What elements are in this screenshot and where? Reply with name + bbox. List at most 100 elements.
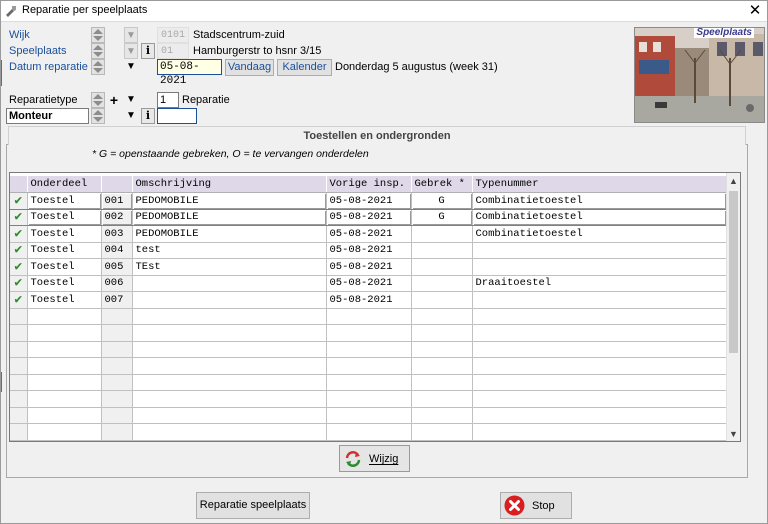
- empty-cell[interactable]: [472, 324, 727, 342]
- speelplaats-info-icon[interactable]: i: [141, 43, 155, 59]
- empty-cell[interactable]: [411, 324, 473, 342]
- speelplaats-spin-icon[interactable]: [91, 43, 105, 59]
- cell-vorige-insp[interactable]: 05-08-2021: [326, 225, 412, 243]
- empty-cell[interactable]: [132, 308, 327, 325]
- datum-field[interactable]: 05-08-2021: [157, 59, 222, 87]
- cell-onderdeel[interactable]: Toestel: [27, 258, 102, 276]
- col-header-gebrek[interactable]: Gebrek *: [411, 176, 473, 193]
- row-check-cell[interactable]: ✔: [10, 192, 28, 210]
- table-row[interactable]: ✔ Toestel 005 TEst 05-08-2021: [10, 258, 727, 276]
- grid-scrollbar[interactable]: ▲ ▼: [726, 173, 740, 441]
- wijk-spin-icon[interactable]: [91, 27, 105, 43]
- empty-cell[interactable]: [10, 341, 28, 358]
- empty-cell[interactable]: [10, 423, 28, 441]
- cell-nummer[interactable]: 003: [101, 225, 133, 243]
- empty-cell[interactable]: [101, 324, 133, 342]
- reparatietype-code[interactable]: 1: [157, 92, 179, 108]
- datum-label[interactable]: Datum reparatie: [9, 61, 88, 73]
- datum-dropdown-icon[interactable]: ▼: [124, 59, 138, 75]
- cell-gebrek[interactable]: [411, 242, 473, 259]
- cell-typenummer[interactable]: [472, 258, 727, 276]
- col-header-vorige-insp[interactable]: Vorige insp.: [326, 176, 412, 193]
- cell-typenummer[interactable]: [472, 242, 727, 259]
- reparatie-speelplaats-button[interactable]: Reparatie speelplaats: [196, 492, 310, 519]
- table-row-empty[interactable]: [10, 357, 727, 375]
- empty-cell[interactable]: [132, 390, 327, 408]
- cell-gebrek[interactable]: [411, 225, 473, 243]
- cell-onderdeel[interactable]: Toestel: [27, 291, 102, 309]
- empty-cell[interactable]: [132, 324, 327, 342]
- cell-nummer[interactable]: 007: [101, 291, 133, 309]
- empty-cell[interactable]: [10, 308, 28, 325]
- empty-cell[interactable]: [101, 374, 133, 391]
- kalender-button[interactable]: Kalender: [277, 59, 332, 76]
- scroll-down-icon[interactable]: ▼: [729, 429, 738, 439]
- empty-cell[interactable]: [27, 357, 102, 375]
- table-row-empty[interactable]: [10, 407, 727, 424]
- empty-cell[interactable]: [326, 324, 412, 342]
- cell-typenummer[interactable]: Combinatietoestel: [472, 208, 727, 226]
- table-row-empty[interactable]: [10, 308, 727, 325]
- empty-cell[interactable]: [411, 374, 473, 391]
- empty-cell[interactable]: [27, 423, 102, 441]
- empty-cell[interactable]: [27, 374, 102, 391]
- empty-cell[interactable]: [27, 390, 102, 408]
- empty-cell[interactable]: [326, 341, 412, 358]
- empty-cell[interactable]: [10, 357, 28, 375]
- empty-cell[interactable]: [27, 324, 102, 342]
- empty-cell[interactable]: [472, 407, 727, 424]
- table-row[interactable]: ✔ Toestel 003 PEDOMOBILE 05-08-2021 Combinati…: [10, 225, 727, 243]
- cell-omschrijving[interactable]: TEst: [132, 258, 327, 276]
- empty-cell[interactable]: [10, 390, 28, 408]
- empty-cell[interactable]: [10, 407, 28, 424]
- table-row-empty[interactable]: [10, 390, 727, 408]
- monteur-info-icon[interactable]: i: [141, 108, 155, 124]
- cell-nummer[interactable]: 006: [101, 275, 133, 292]
- cell-nummer[interactable]: 004: [101, 242, 133, 259]
- cell-vorige-insp[interactable]: 05-08-2021: [326, 275, 412, 292]
- cell-omschrijving[interactable]: PEDOMOBILE: [132, 208, 327, 226]
- empty-cell[interactable]: [472, 423, 727, 441]
- cell-omschrijving[interactable]: [132, 275, 327, 292]
- table-row[interactable]: ✔ Toestel 006 05-08-2021 Draaitoestel: [10, 275, 727, 292]
- cell-gebrek[interactable]: G: [411, 208, 473, 226]
- reparatietype-dropdown-icon[interactable]: ▼: [124, 92, 138, 108]
- row-check-cell[interactable]: ✔: [10, 275, 28, 292]
- scroll-thumb[interactable]: [729, 191, 738, 353]
- empty-cell[interactable]: [101, 357, 133, 375]
- cell-nummer[interactable]: 005: [101, 258, 133, 276]
- col-header-omschrijving[interactable]: Omschrijving: [132, 176, 327, 193]
- empty-cell[interactable]: [27, 407, 102, 424]
- empty-cell[interactable]: [27, 341, 102, 358]
- empty-cell[interactable]: [411, 341, 473, 358]
- col-header-onderdeel[interactable]: Onderdeel: [27, 176, 102, 193]
- wijk-label[interactable]: Wijk: [9, 29, 30, 41]
- empty-cell[interactable]: [101, 341, 133, 358]
- cell-gebrek[interactable]: [411, 258, 473, 276]
- cell-omschrijving[interactable]: PEDOMOBILE: [132, 192, 327, 210]
- empty-cell[interactable]: [326, 374, 412, 391]
- empty-cell[interactable]: [411, 357, 473, 375]
- close-icon[interactable]: ✕: [745, 1, 765, 21]
- empty-cell[interactable]: [411, 423, 473, 441]
- empty-cell[interactable]: [132, 407, 327, 424]
- cell-typenummer[interactable]: [472, 291, 727, 309]
- empty-cell[interactable]: [132, 357, 327, 375]
- cell-gebrek[interactable]: G: [411, 192, 473, 210]
- empty-cell[interactable]: [101, 423, 133, 441]
- empty-cell[interactable]: [326, 407, 412, 424]
- cell-nummer[interactable]: 002: [101, 208, 133, 226]
- row-check-cell[interactable]: ✔: [10, 208, 28, 226]
- datum-spin-icon[interactable]: [91, 59, 105, 75]
- cell-onderdeel[interactable]: Toestel: [27, 225, 102, 243]
- toestellen-grid[interactable]: Onderdeel Omschrijving Vorige insp. Gebr…: [9, 172, 741, 442]
- empty-cell[interactable]: [411, 407, 473, 424]
- vandaag-button[interactable]: Vandaag: [225, 59, 274, 76]
- cell-omschrijving[interactable]: test: [132, 242, 327, 259]
- empty-cell[interactable]: [411, 390, 473, 408]
- cell-vorige-insp[interactable]: 05-08-2021: [326, 291, 412, 309]
- empty-cell[interactable]: [326, 423, 412, 441]
- empty-cell[interactable]: [472, 390, 727, 408]
- cell-vorige-insp[interactable]: 05-08-2021: [326, 258, 412, 276]
- scroll-up-icon[interactable]: ▲: [729, 176, 738, 186]
